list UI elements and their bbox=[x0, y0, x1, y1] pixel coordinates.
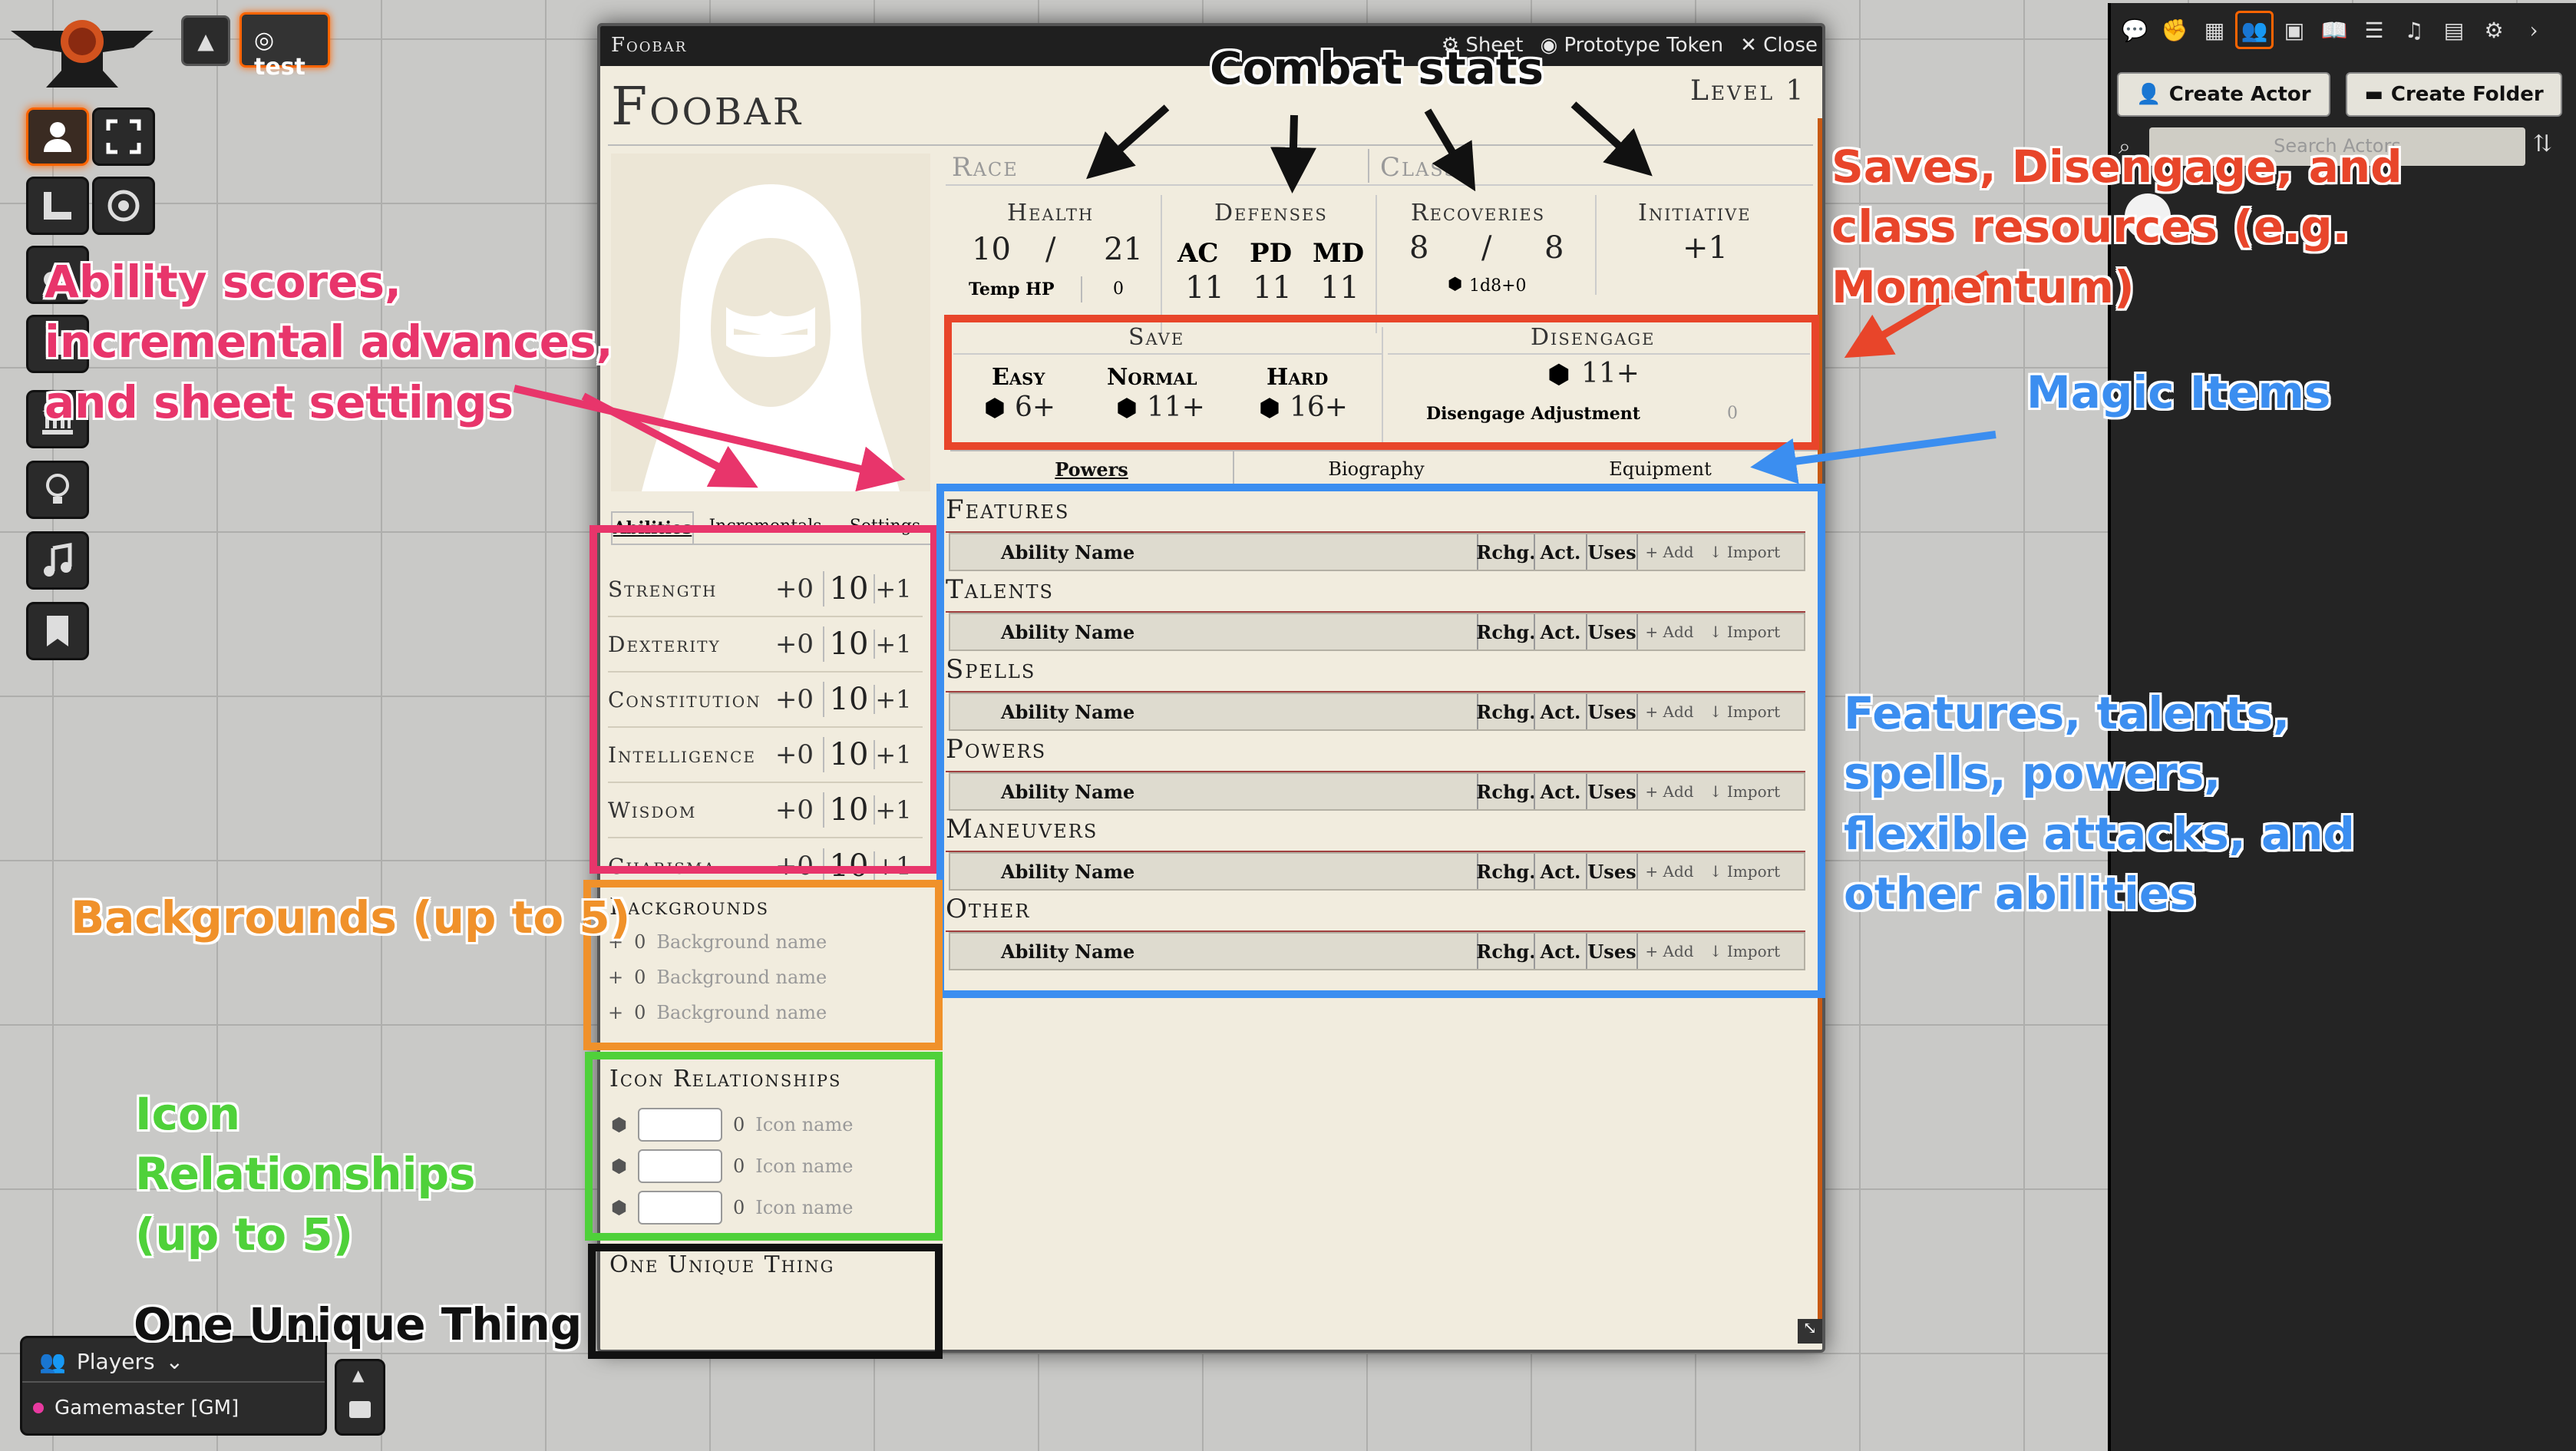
magic-items-arrow bbox=[1750, 431, 1996, 484]
annotation-backgrounds: Backgrounds (up to 5) bbox=[71, 891, 631, 944]
combat-arrows bbox=[1086, 101, 1653, 193]
annotation-magic-items: Magic Items bbox=[2026, 366, 2331, 418]
annotation-features: Features, talents, spells, powers, flexi… bbox=[1844, 687, 2355, 920]
annotation-icons: Icon Relationships (up to 5) bbox=[135, 1088, 476, 1261]
annotation-abilities: Ability scores, incremental advances, an… bbox=[45, 256, 613, 428]
annotation-combat-stats: Combat stats bbox=[1210, 42, 1544, 94]
annotation-saves: Saves, Disengage, and class resources (e… bbox=[1831, 140, 2403, 313]
annotation-unique: One Unique Thing bbox=[134, 1298, 583, 1350]
